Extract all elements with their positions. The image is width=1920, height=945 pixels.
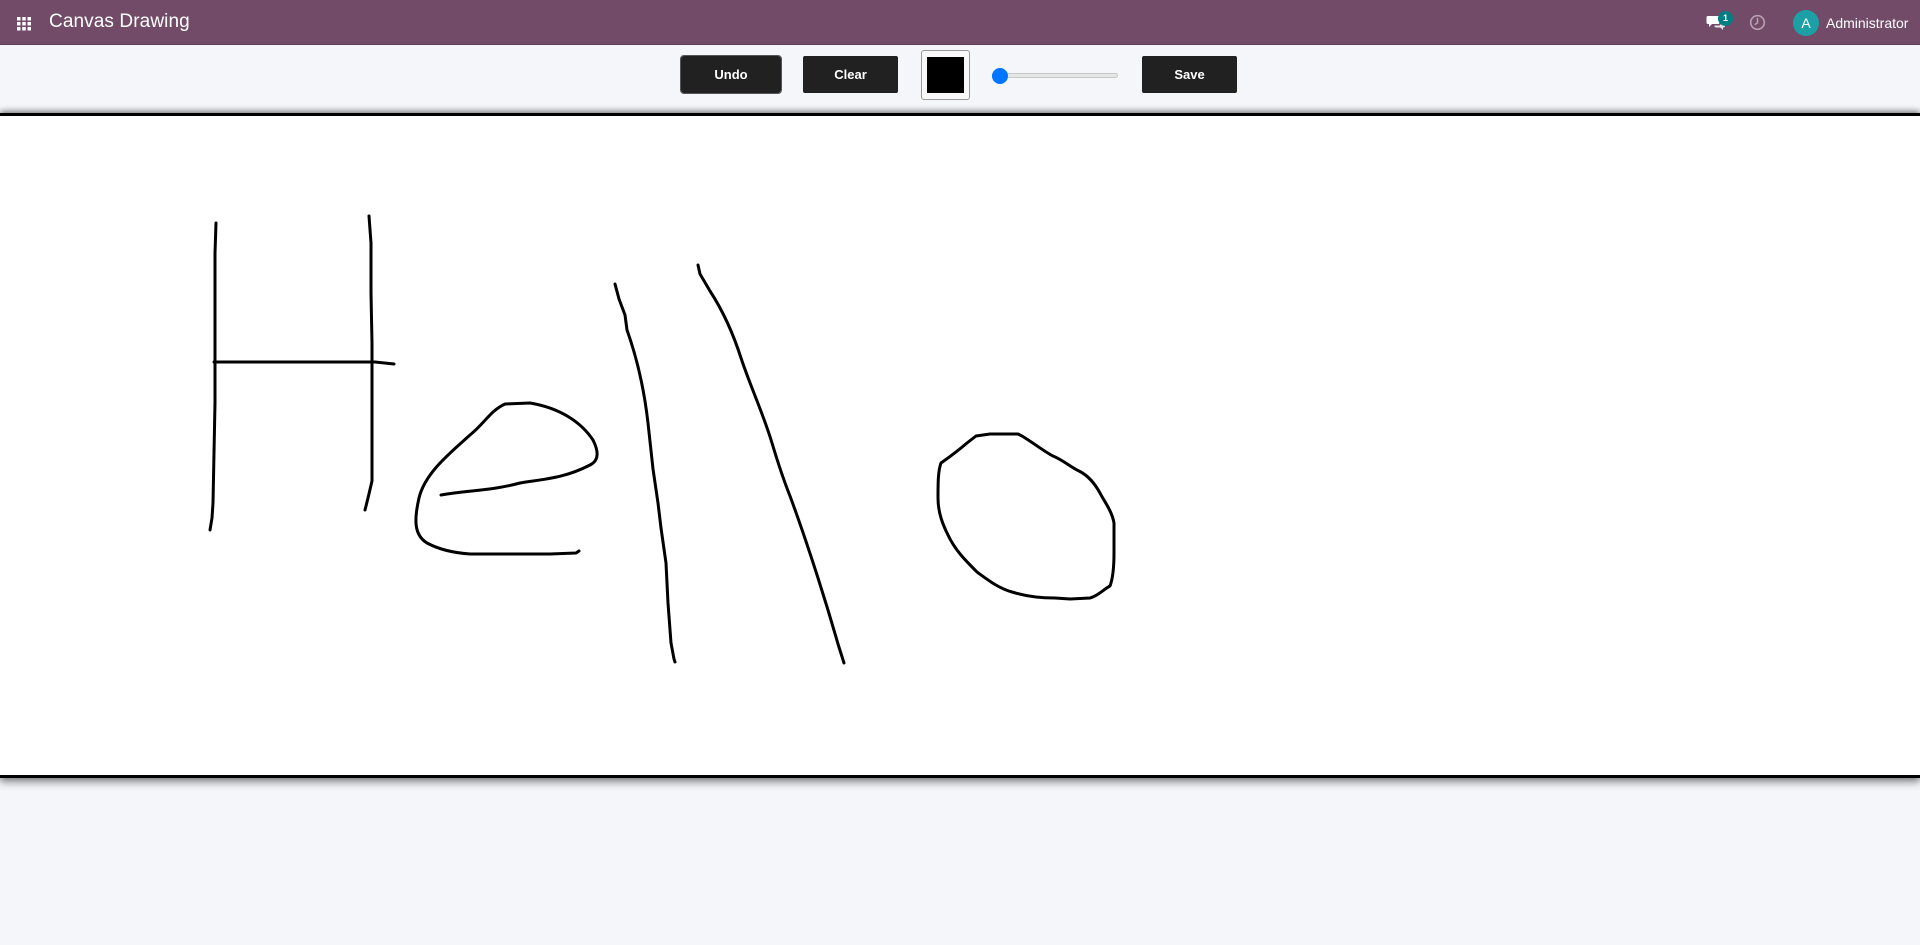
app-title[interactable]: Canvas Drawing — [49, 11, 190, 33]
user-name: Administrator — [1826, 15, 1909, 31]
stroke-e — [414, 401, 599, 556]
slider-thumb[interactable] — [992, 68, 1008, 84]
clear-button[interactable]: Clear — [803, 56, 898, 93]
chat-notification-badge: 1 — [1718, 11, 1733, 26]
undo-button[interactable]: Undo — [680, 55, 782, 94]
brush-color-picker[interactable] — [921, 50, 970, 100]
stroke-h-bar — [212, 360, 396, 366]
color-swatch — [927, 57, 964, 93]
stroke-l2 — [696, 263, 846, 665]
apps-grid-icon[interactable] — [16, 15, 32, 31]
stroke-o — [936, 432, 1116, 601]
stroke-l1 — [613, 282, 677, 664]
slider-track — [992, 73, 1118, 78]
drawing-canvas[interactable] — [0, 113, 1920, 778]
stroke-h-left — [208, 221, 218, 532]
save-button[interactable]: Save — [1142, 56, 1237, 93]
brush-size-slider[interactable] — [992, 68, 1118, 84]
top-navbar: Canvas Drawing 1 A Administrator — [0, 0, 1920, 45]
hello-drawing — [208, 214, 1116, 665]
drawing-toolbar: Undo Clear Save — [0, 45, 1920, 112]
user-menu[interactable]: A Administrator — [1793, 10, 1908, 36]
clock-icon[interactable] — [1749, 14, 1766, 31]
avatar: A — [1793, 10, 1819, 36]
